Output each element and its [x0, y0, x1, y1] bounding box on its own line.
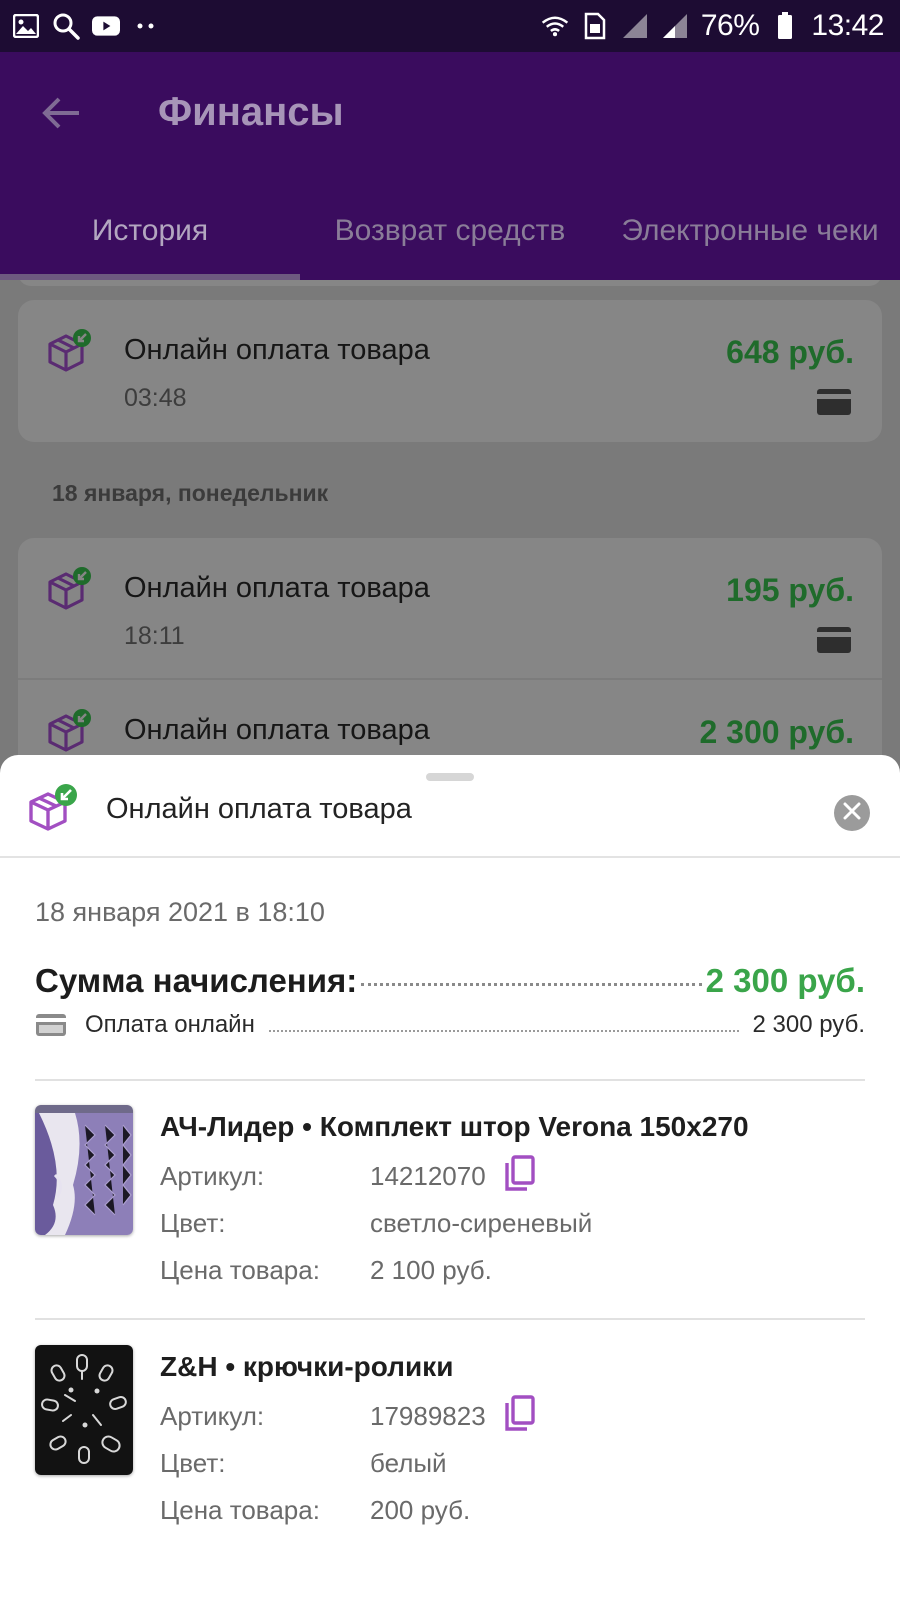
product-name: Z&H • крючки-ролики	[160, 1351, 454, 1382]
history-row[interactable]: Онлайн оплата товара 2 300 руб.	[18, 678, 882, 760]
history-amount: 195 руб.	[726, 572, 854, 608]
app-bar: Финансы История Возврат средств Электрон…	[0, 52, 900, 280]
back-button[interactable]	[36, 90, 86, 140]
product-item[interactable]: АЧ-Лидер • Комплект штор Verona 150x270 …	[35, 1105, 865, 1305]
credit-card-icon	[816, 388, 852, 416]
credit-card-icon	[816, 626, 852, 654]
transaction-datetime: 18 января 2021 в 18:10	[35, 897, 325, 927]
more-notifications-icon	[132, 12, 160, 40]
article-label: Артикул:	[160, 1161, 265, 1191]
product-item[interactable]: Z&H • крючки-ролики Артикул: 17989823 Цв…	[35, 1345, 865, 1545]
color-value: светло-сиреневый	[370, 1208, 593, 1238]
gallery-icon	[12, 12, 40, 40]
color-label: Цвет:	[160, 1208, 226, 1238]
tab-refunds[interactable]: Возврат средств	[300, 182, 600, 280]
history-card: Онлайн оплата товара 18:11 195 руб. Онла…	[18, 538, 882, 760]
credit-card-icon	[35, 1013, 67, 1037]
tab-receipts[interactable]: Электронные чеки	[600, 182, 900, 280]
signal-icon-2	[661, 12, 689, 40]
history-time: 18:11	[124, 622, 185, 650]
sheet-title: Онлайн оплата товара	[106, 793, 412, 825]
drag-handle[interactable]	[426, 773, 474, 781]
article-label: Артикул:	[160, 1401, 265, 1431]
wifi-icon	[541, 12, 569, 40]
history-title: Онлайн оплата товара	[124, 714, 430, 746]
history-list: Онлайн оплата товара 03:48 648 руб. 18 я…	[0, 280, 900, 760]
package-payment-icon	[26, 783, 78, 835]
history-row[interactable]: Онлайн оплата товара 18:11 195 руб.	[18, 538, 882, 678]
copy-icon[interactable]	[503, 1395, 537, 1433]
copy-icon[interactable]	[503, 1155, 537, 1193]
dot-leader	[361, 983, 702, 986]
page-title: Финансы	[158, 90, 344, 134]
signal-icon-1	[621, 12, 649, 40]
price-label: Цена товара:	[160, 1495, 320, 1525]
payment-label: Оплата онлайн	[85, 1011, 255, 1038]
battery-percent: 76%	[700, 9, 760, 42]
price-value: 200 руб.	[370, 1495, 471, 1525]
search-icon	[52, 12, 80, 40]
article-value: 14212070	[370, 1161, 486, 1191]
payment-value: 2 300 руб.	[752, 1011, 866, 1038]
sum-label: Сумма начисления:	[35, 962, 358, 999]
history-row[interactable]: Онлайн оплата товара 03:48 648 руб.	[18, 300, 882, 440]
sum-value: 2 300 руб.	[705, 962, 865, 999]
product-image-hooks	[35, 1345, 133, 1475]
color-value: белый	[370, 1448, 447, 1478]
payment-row: Оплата онлайн 2 300 руб.	[35, 1011, 865, 1039]
article-value: 17989823	[370, 1401, 486, 1431]
sheet-header: Онлайн оплата товара	[0, 755, 900, 858]
history-card-previous	[18, 280, 882, 286]
tab-history[interactable]: История	[0, 182, 300, 280]
history-section-date: 18 января, понедельник	[52, 480, 329, 506]
divider	[35, 1318, 865, 1320]
dot-leader	[268, 1030, 739, 1032]
tab-receipts-label: Электронные чеки	[621, 214, 879, 248]
close-icon	[843, 802, 861, 825]
arrow-left-icon	[41, 95, 81, 136]
divider	[35, 1079, 865, 1081]
price-label: Цена товара:	[160, 1255, 320, 1285]
status-bar: 76% 13:42	[0, 0, 900, 52]
history-amount: 2 300 руб.	[699, 714, 854, 750]
package-payment-icon	[44, 708, 92, 756]
history-amount: 648 руб.	[726, 334, 854, 370]
product-name: АЧ-Лидер • Комплект штор Verona 150x270	[160, 1111, 749, 1142]
clock: 13:42	[811, 9, 884, 42]
history-title: Онлайн оплата товара	[124, 572, 430, 604]
transaction-detail-sheet: Онлайн оплата товара 18 января 2021 в 18…	[0, 755, 900, 1600]
youtube-icon	[92, 12, 120, 40]
battery-icon	[771, 12, 799, 40]
package-payment-icon	[44, 328, 92, 376]
price-value: 2 100 руб.	[370, 1255, 492, 1285]
history-time: 03:48	[124, 384, 187, 412]
package-payment-icon	[44, 566, 92, 614]
sim-icon	[581, 12, 609, 40]
history-card: Онлайн оплата товара 03:48 648 руб.	[18, 300, 882, 442]
sum-row: Сумма начисления: 2 300 руб.	[35, 962, 865, 1000]
close-button[interactable]	[834, 795, 870, 831]
product-image-curtains	[35, 1105, 133, 1235]
color-label: Цвет:	[160, 1448, 226, 1478]
history-title: Онлайн оплата товара	[124, 334, 430, 366]
tab-bar: История Возврат средств Электронные чеки	[0, 182, 900, 280]
